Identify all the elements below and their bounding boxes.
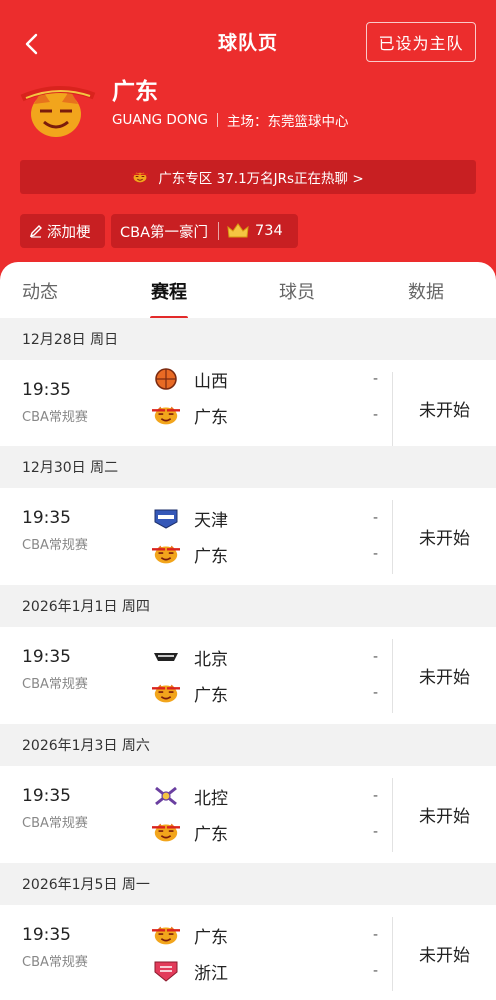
away-score: - (372, 685, 378, 701)
home-team-row: 天津 - (152, 504, 382, 532)
match-status: 未开始 (419, 946, 470, 966)
date-header: 12月30日 周二 (0, 446, 496, 488)
team-header: 球队页 已设为主队 广东 GUANG DONG 主场：东莞篮球中心 广东专区 3… (0, 0, 496, 282)
away-team-row: 浙江 - (152, 957, 382, 985)
home-score: - (372, 649, 378, 665)
match-time: 19:35 (22, 380, 71, 400)
tab-bar: 动态 赛程 球员 数据 (0, 262, 496, 320)
date-header: 2026年1月5日 周一 (0, 863, 496, 905)
team-english-name: GUANG DONG (112, 112, 209, 128)
league-name: CBA常规赛 (22, 410, 88, 425)
match-time: 19:35 (22, 786, 71, 806)
home-score: - (372, 788, 378, 804)
divider (217, 113, 219, 127)
shanxi-logo-icon (155, 368, 177, 390)
add-meme-button[interactable]: 添加梗 (20, 214, 105, 248)
home-team-name: 广东 (194, 927, 228, 948)
home-team-row: 北京 - (152, 643, 382, 671)
match-card[interactable]: 19:35 CBA常规赛 山西 - 广东 - 未开始 (0, 360, 496, 458)
match-time: 19:35 (22, 508, 71, 528)
away-team-name: 广东 (194, 407, 228, 428)
set-home-team-button[interactable]: 已设为主队 (366, 22, 476, 62)
match-status: 未开始 (419, 529, 470, 549)
banner-text: 广东专区 37.1万名JRs正在热聊 > (158, 171, 364, 187)
home-score: - (372, 510, 378, 526)
guangdong-logo-icon (152, 542, 180, 566)
match-status: 未开始 (419, 401, 470, 421)
home-team-row: 北控 - (152, 782, 382, 810)
guangdong-logo-icon (152, 403, 180, 427)
away-score: - (372, 824, 378, 840)
home-team-row: 山西 - (152, 365, 382, 393)
team-subtitle: GUANG DONG 主场：东莞篮球中心 (112, 110, 349, 130)
add-meme-label: 添加梗 (47, 224, 91, 241)
zhejiang-logo-icon (154, 961, 178, 982)
tiger-icon (132, 170, 148, 184)
home-team-name: 北控 (194, 788, 228, 809)
tag-count: 734 (255, 223, 283, 239)
away-team-row: 广东 - (152, 818, 382, 846)
home-team-name: 山西 (194, 371, 228, 392)
crown-icon (227, 223, 249, 238)
tab-stats[interactable]: 数据 (386, 278, 466, 304)
guangdong-logo-icon (152, 923, 180, 947)
date-header: 12月28日 周日 (0, 318, 496, 360)
home-team-name: 北京 (194, 649, 228, 670)
away-team-name: 浙江 (194, 963, 228, 984)
match-card[interactable]: 19:35 CBA常规赛 北京 - 广东 - 未开始 (0, 627, 496, 725)
league-name: CBA常规赛 (22, 538, 88, 553)
tab-players[interactable]: 球员 (257, 278, 337, 304)
match-time: 19:35 (22, 925, 71, 945)
fan-zone-banner[interactable]: 广东专区 37.1万名JRs正在热聊 > (20, 160, 476, 194)
match-card[interactable]: 19:35 CBA常规赛 天津 - 广东 - 未开始 (0, 488, 496, 586)
away-team-row: 广东 - (152, 679, 382, 707)
pencil-icon (29, 225, 42, 238)
beijing-logo-icon (154, 653, 178, 661)
home-score: - (372, 927, 378, 943)
guangdong-logo-icon (152, 681, 180, 705)
away-team-name: 广东 (194, 546, 228, 567)
league-name: CBA常规赛 (22, 816, 88, 831)
home-team-name: 天津 (194, 510, 228, 531)
date-header: 2026年1月3日 周六 (0, 724, 496, 766)
league-name: CBA常规赛 (22, 677, 88, 692)
match-time: 19:35 (22, 647, 71, 667)
away-team-row: 广东 - (152, 540, 382, 568)
away-team-row: 广东 - (152, 401, 382, 429)
away-score: - (372, 963, 378, 979)
match-card[interactable]: 19:35 CBA常规赛 广东 - 浙江 - 未开始 (0, 905, 496, 1000)
team-name: 广东 (112, 79, 158, 105)
beikong-logo-icon (155, 786, 177, 806)
date-header: 2026年1月1日 周四 (0, 585, 496, 627)
away-team-name: 广东 (194, 685, 228, 706)
tianjin-logo-icon (154, 509, 178, 529)
home-score: - (372, 371, 378, 387)
home-venue: 主场：东莞篮球中心 (227, 114, 349, 130)
tab-schedule[interactable]: 赛程 (129, 278, 209, 304)
divider (218, 222, 219, 240)
guangdong-logo-icon (152, 820, 180, 844)
team-tag-label: CBA第一豪门 (120, 224, 208, 241)
team-logo (20, 85, 96, 137)
home-team-row: 广东 - (152, 921, 382, 949)
tab-news[interactable]: 动态 (0, 278, 80, 304)
league-name: CBA常规赛 (22, 955, 88, 970)
match-status: 未开始 (419, 807, 470, 827)
match-status: 未开始 (419, 668, 470, 688)
team-tag-pill[interactable]: CBA第一豪门 734 (111, 214, 298, 248)
match-card[interactable]: 19:35 CBA常规赛 北控 - 广东 - 未开始 (0, 766, 496, 864)
away-score: - (372, 407, 378, 423)
away-score: - (372, 546, 378, 562)
away-team-name: 广东 (194, 824, 228, 845)
